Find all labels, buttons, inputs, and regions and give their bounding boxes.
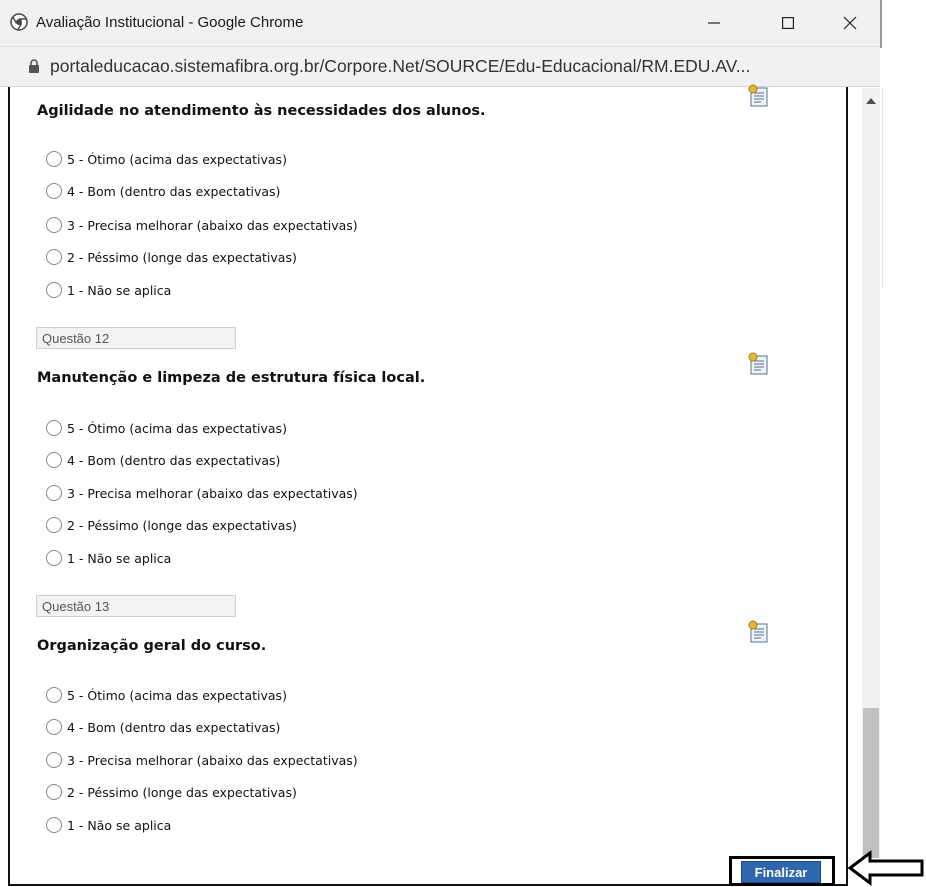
option-q12-3[interactable]: 3 - Precisa melhorar (abaixo das expecta…: [46, 483, 358, 503]
option-q13-1[interactable]: 1 - Não se aplica: [46, 815, 171, 835]
radio-button[interactable]: [46, 151, 62, 167]
option-q12-4[interactable]: 4 - Bom (dentro das expectativas): [46, 450, 280, 470]
maximize-icon: [782, 17, 794, 29]
help-icon[interactable]: [748, 620, 770, 644]
radio-button[interactable]: [46, 817, 62, 833]
help-icon[interactable]: [748, 84, 770, 108]
radio-button[interactable]: [46, 485, 62, 501]
help-icon[interactable]: [748, 352, 770, 376]
divider: [882, 88, 883, 288]
option-q11-4[interactable]: 4 - Bom (dentro das expectativas): [46, 181, 280, 201]
window-edge: [880, 0, 882, 48]
option-q13-3[interactable]: 3 - Precisa melhorar (abaixo das expecta…: [46, 750, 358, 770]
address-bar[interactable]: portaleducacao.sistemafibra.org.br/Corpo…: [0, 47, 880, 87]
radio-button[interactable]: [46, 517, 62, 533]
window-titlebar: Avaliação Institucional - Google Chrome: [0, 0, 880, 47]
option-q12-5[interactable]: 5 - Ótimo (acima das expectativas): [46, 418, 287, 438]
radio-button[interactable]: [46, 687, 62, 703]
radio-button[interactable]: [46, 217, 62, 233]
chrome-icon: [10, 13, 28, 31]
option-q11-1[interactable]: 1 - Não se aplica: [46, 280, 171, 300]
option-q13-5[interactable]: 5 - Ótimo (acima das expectativas): [46, 685, 287, 705]
option-q11-5[interactable]: 5 - Ótimo (acima das expectativas): [46, 149, 287, 169]
radio-button[interactable]: [46, 420, 62, 436]
option-q12-2[interactable]: 2 - Péssimo (longe das expectativas): [46, 515, 297, 535]
option-q13-2[interactable]: 2 - Péssimo (longe das expectativas): [46, 782, 297, 802]
close-button[interactable]: [828, 8, 872, 38]
minimize-icon: [708, 22, 720, 24]
option-q13-4[interactable]: 4 - Bom (dentro das expectativas): [46, 717, 280, 737]
question-title: Manutenção e limpeza de estrutura física…: [37, 370, 426, 386]
lock-icon: [29, 59, 39, 73]
option-q11-3[interactable]: 3 - Precisa melhorar (abaixo das expecta…: [46, 215, 358, 235]
radio-button[interactable]: [46, 784, 62, 800]
radio-button[interactable]: [46, 752, 62, 768]
window-title: Avaliação Institucional - Google Chrome: [36, 14, 304, 31]
option-q11-2[interactable]: 2 - Péssimo (longe das expectativas): [46, 247, 297, 267]
radio-button[interactable]: [46, 183, 62, 199]
radio-button[interactable]: [46, 249, 62, 265]
radio-button[interactable]: [46, 550, 62, 566]
question-number-label: Questão 12: [36, 327, 236, 349]
radio-button[interactable]: [46, 452, 62, 468]
vertical-scrollbar[interactable]: [862, 88, 880, 858]
question-number-label: Questão 13: [36, 595, 236, 617]
radio-button[interactable]: [46, 719, 62, 735]
finalize-button[interactable]: Finalizar: [741, 861, 821, 883]
option-q12-1[interactable]: 1 - Não se aplica: [46, 548, 171, 568]
url-text: portaleducacao.sistemafibra.org.br/Corpo…: [50, 56, 751, 76]
arrow-left-icon: [848, 850, 924, 886]
question-title: Organização geral do curso.: [37, 638, 267, 654]
question-title: Agilidade no atendimento às necessidades…: [37, 103, 486, 119]
scrollbar-thumb[interactable]: [863, 708, 879, 858]
scroll-up-arrow-icon[interactable]: [866, 98, 876, 104]
maximize-button[interactable]: [766, 8, 810, 38]
minimize-button[interactable]: [692, 8, 736, 38]
close-icon: [843, 16, 857, 30]
radio-button[interactable]: [46, 282, 62, 298]
